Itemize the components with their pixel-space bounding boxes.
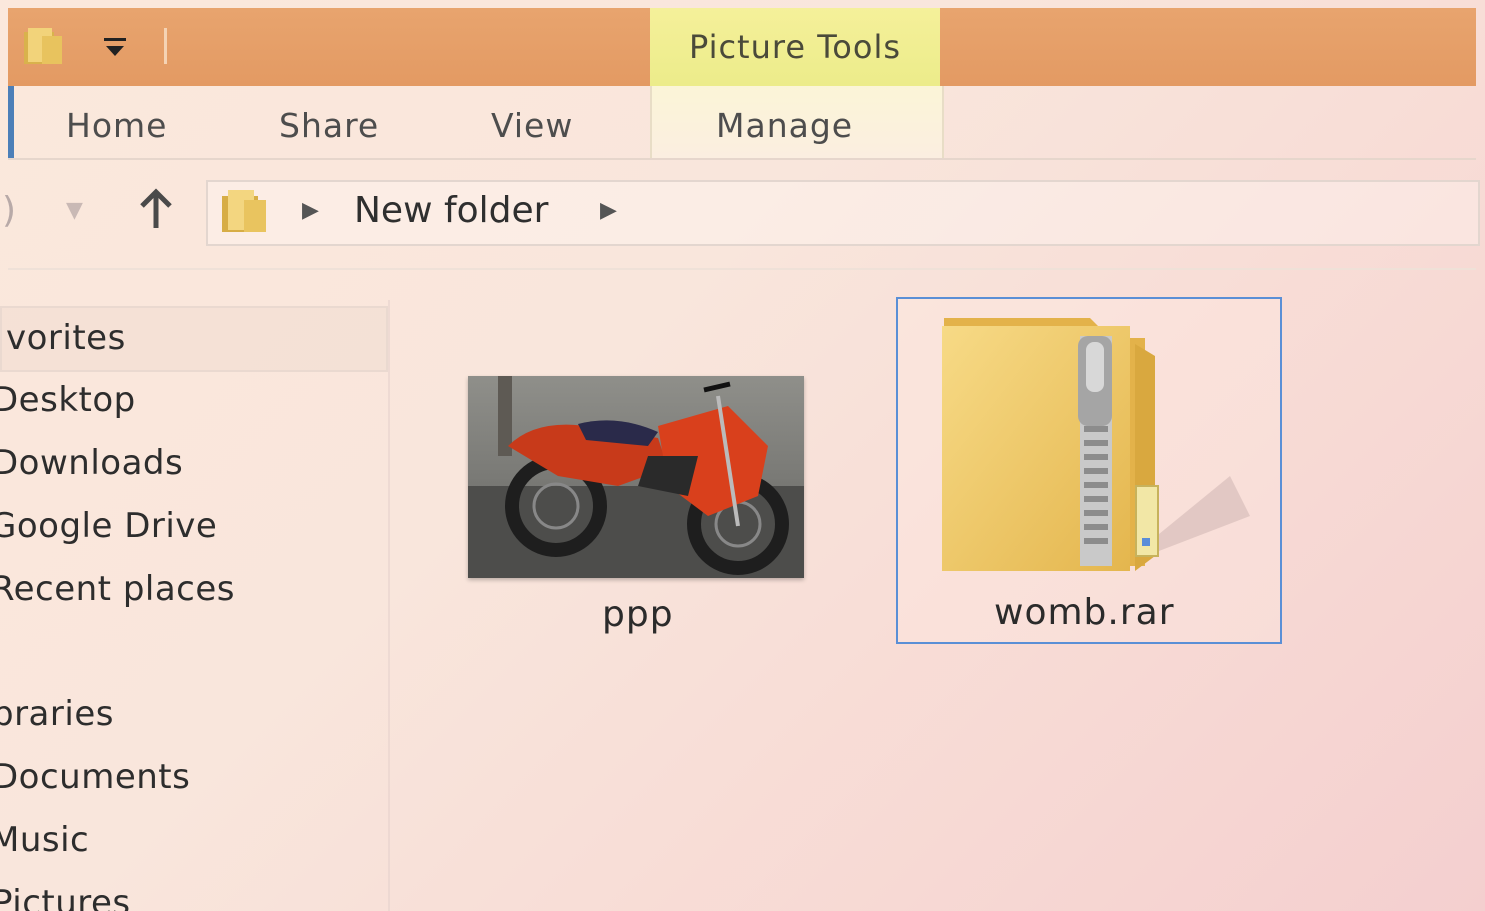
breadcrumb-new-folder[interactable]: New folder — [354, 190, 548, 231]
breadcrumb-chevron-icon[interactable]: ▶ — [302, 198, 319, 223]
forward-dropdown-icon[interactable]: ▼ — [66, 198, 83, 223]
sidebar-item-documents[interactable]: Documents — [0, 757, 190, 797]
motorcycle-thumbnail[interactable] — [468, 376, 804, 578]
sidebar-item-desktop[interactable]: Desktop — [0, 380, 136, 420]
customize-dropdown-icon[interactable] — [100, 36, 130, 60]
sidebar-item-google-drive[interactable]: Google Drive — [0, 506, 217, 546]
sidebar-item-libraries[interactable]: praries — [0, 694, 114, 734]
breadcrumb-chevron-icon[interactable]: ▶ — [600, 198, 617, 223]
tab-view[interactable]: View — [491, 106, 573, 145]
ribbon-tabs: Home Share View Manage — [8, 86, 1476, 160]
qat-separator — [164, 28, 167, 64]
file-name-womb-rar[interactable]: womb.rar — [994, 592, 1175, 633]
folder-icon[interactable] — [22, 26, 66, 66]
tab-manage[interactable]: Manage — [716, 106, 853, 145]
back-icon[interactable]: ) — [2, 190, 16, 231]
up-arrow-icon[interactable] — [136, 184, 176, 234]
picture-tools-context-tab: Picture Tools — [650, 8, 940, 86]
tab-share[interactable]: Share — [279, 106, 379, 145]
navigation-pane: vorites Desktop Downloads Google Drive R… — [0, 300, 390, 911]
file-tab-edge[interactable] — [8, 86, 14, 158]
navigation-bar: ) ▼ ▶ New folder ▶ — [2, 180, 1480, 246]
sidebar-item-downloads[interactable]: Downloads — [0, 443, 183, 483]
divider — [8, 268, 1476, 270]
address-bar[interactable]: ▶ New folder ▶ — [206, 180, 1480, 246]
address-folder-icon — [220, 188, 270, 234]
tab-home[interactable]: Home — [66, 106, 167, 145]
zip-folder-icon[interactable] — [940, 316, 1260, 590]
file-name-ppp[interactable]: ppp — [602, 594, 674, 635]
sidebar-item-favorites[interactable]: vorites — [6, 318, 126, 358]
pane-divider[interactable] — [388, 300, 390, 911]
sidebar-item-recent-places[interactable]: Recent places — [0, 569, 235, 609]
sidebar-item-music[interactable]: Music — [0, 820, 89, 860]
context-tab-label: Picture Tools — [688, 28, 902, 66]
sidebar-item-pictures[interactable]: Pictures — [0, 883, 131, 911]
